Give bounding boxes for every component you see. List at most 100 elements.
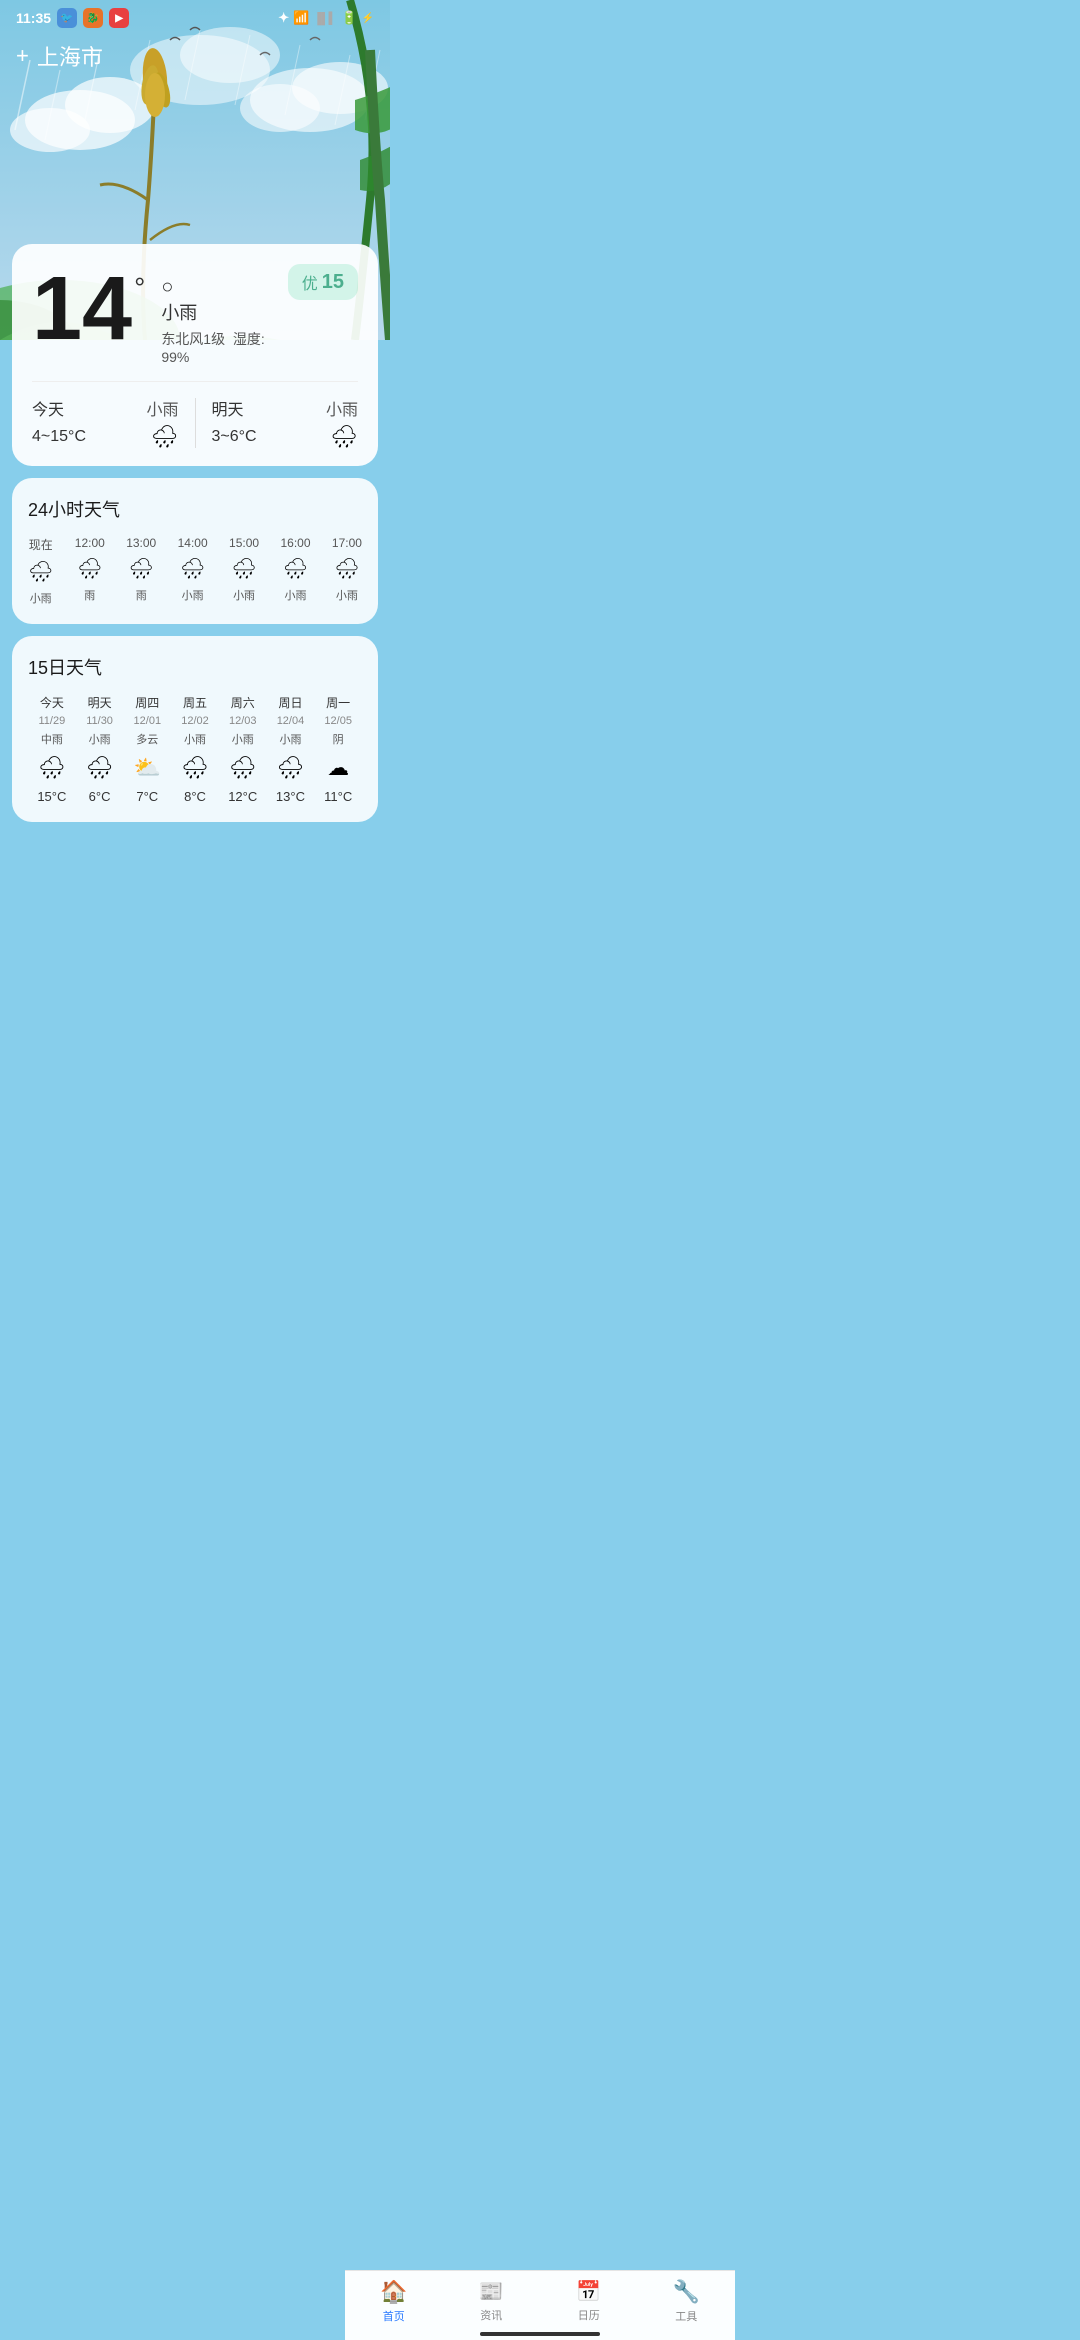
hour-time: 16:00 [280,536,310,550]
hour-icon: 🌧 [28,559,53,584]
hour-weather: 小雨 [336,587,358,603]
hour-icon: 🌧 [180,556,205,581]
hour-weather: 小雨 [233,587,255,603]
temperature-unit: ° [134,272,145,304]
status-left: 11:35 🐦 🐉 ▶ [16,8,129,28]
hour-item: 17:00 🌧 小雨 [332,536,362,606]
hour-item: 15:00 🌧 小雨 [229,536,259,606]
day15-item: 明天 11/30 小雨 🌧 6°C [76,694,124,804]
hour-icon: 🌧 [129,556,154,581]
day15-dayname: 周四 [135,694,159,711]
hour-item: 12:00 🌧 雨 [75,536,105,606]
calendar-icon: 📅 [576,2279,601,2304]
day15-icon: ⛅ [134,755,161,781]
day15-date: 11/30 [86,715,113,727]
hour-item: 14:00 🌧 小雨 [178,536,208,606]
day15-item: 周一 12/05 阴 ☁ 11°C [314,694,362,804]
hour-weather: 小雨 [182,587,204,603]
hour-weather: 雨 [84,587,95,603]
day15-date: 12/02 [181,715,209,727]
hour-time: 12:00 [75,536,105,550]
day15-date: 12/04 [277,715,305,727]
hour-icon: 🌧 [334,556,359,581]
day15-weather: 小雨 [89,731,111,747]
day15-weather: 多云 [136,731,158,747]
day15-item: 今天 11/29 中雨 🌧 15°C [28,694,76,804]
status-right: ✦ 📶 ▐▌▍ 🔋 ⚡ [278,10,374,26]
day15-icon: 🌧 [181,755,209,781]
home-icon: 🏠 [380,2279,407,2305]
day15-dayname: 今天 [40,694,64,711]
day15-icon: 🌧 [276,755,304,781]
day15-item: 周四 12/01 多云 ⛅ 7°C [123,694,171,804]
day15-dayname: 周六 [231,694,255,711]
day15-dayname: 周一 [326,694,350,711]
day15-weather: 小雨 [184,731,206,747]
15day-grid: 今天 11/29 中雨 🌧 15°C 明天 11/30 小雨 🌧 6°C 周四 … [28,694,362,804]
nav-calendar[interactable]: 📅 日历 [540,2279,638,2324]
temperature-display: 14 ° [32,264,145,354]
main-content: 14 ° ○ 小雨 东北风1级 湿度: 99% 优 15 今天 小雨 [0,244,390,914]
hour-weather: 小雨 [30,590,52,606]
day15-weather: 小雨 [279,731,301,747]
day15-date: 12/05 [324,715,352,727]
nav-home[interactable]: 🏠 首页 [345,2279,443,2324]
today-temp: 4~15°C [32,428,86,446]
today-weather: 小雨 [146,396,178,420]
current-weather-card: 14 ° ○ 小雨 东北风1级 湿度: 99% 优 15 今天 小雨 [12,244,378,466]
aqi-label: 优 [302,270,318,294]
day15-temp: 12°C [228,789,257,804]
day15-temp: 15°C [37,789,66,804]
day15-date: 12/03 [229,715,257,727]
today-label: 今天 [32,396,64,420]
day15-temp: 7°C [136,789,158,804]
day15-date: 11/29 [39,715,66,727]
tomorrow-weather: 小雨 [326,396,358,420]
today-tomorrow-row: 今天 小雨 4~15°C 🌧 明天 小雨 3~6°C 🌧 [32,381,358,450]
tomorrow-section: 明天 小雨 3~6°C 🌧 [196,396,359,450]
nav-tools-label: 工具 [675,2308,697,2324]
day15-weather: 中雨 [41,731,63,747]
hour-time: 现在 [29,536,53,553]
tools-icon: 🔧 [673,2279,700,2305]
tomorrow-label: 明天 [212,396,244,420]
day15-temp: 11°C [324,789,352,804]
day15-weather: 阴 [333,731,344,747]
nav-news-label: 资讯 [480,2307,502,2323]
hourly-row: 现在 🌧 小雨 12:00 🌧 雨 13:00 🌧 雨 14:00 🌧 小雨 1… [28,536,362,606]
hour-weather: 雨 [136,587,147,603]
bluetooth-icon: ✦ [278,10,289,26]
hour-item: 现在 🌧 小雨 [28,536,53,606]
app-icon-1: 🐦 [57,8,77,28]
hour-time: 14:00 [178,536,208,550]
day15-item: 周六 12/03 小雨 🌧 12°C [219,694,267,804]
hour-item: 13:00 🌧 雨 [126,536,156,606]
add-city-button[interactable]: + [16,43,29,69]
weather-info: ○ 小雨 东北风1级 湿度: 99% [161,276,287,365]
day15-icon: 🌧 [229,755,257,781]
signal-icon: ▐▌▍ [313,12,337,25]
day15-temp: 8°C [184,789,206,804]
header: + 上海市 [0,32,390,84]
day15-weather: 小雨 [232,731,254,747]
bottom-navigation: 🏠 首页 📰 资讯 📅 日历 🔧 工具 [345,2270,735,2340]
nav-tools[interactable]: 🔧 工具 [638,2279,736,2324]
tomorrow-icon: 🌧 [330,424,358,450]
weather-wind-humidity: 东北风1级 湿度: 99% [161,329,287,365]
nav-calendar-label: 日历 [578,2307,600,2323]
aqi-badge: 优 15 [288,264,358,300]
hour-item: 16:00 🌧 小雨 [280,536,310,606]
news-icon: 📰 [479,2279,504,2304]
nav-news[interactable]: 📰 资讯 [443,2279,541,2324]
city-name: 上海市 [37,40,103,72]
weather-condition: 小雨 [161,299,287,325]
time-display: 11:35 [16,10,51,26]
today-icon: 🌧 [151,424,179,450]
day15-icon: ☁ [327,755,349,781]
day15-icon: 🌧 [86,755,114,781]
aqi-value: 15 [322,271,344,294]
15day-title: 15日天气 [28,654,362,680]
day15-dayname: 周日 [278,694,302,711]
tomorrow-temp: 3~6°C [212,428,257,446]
battery-icon: 🔋 [341,10,357,26]
